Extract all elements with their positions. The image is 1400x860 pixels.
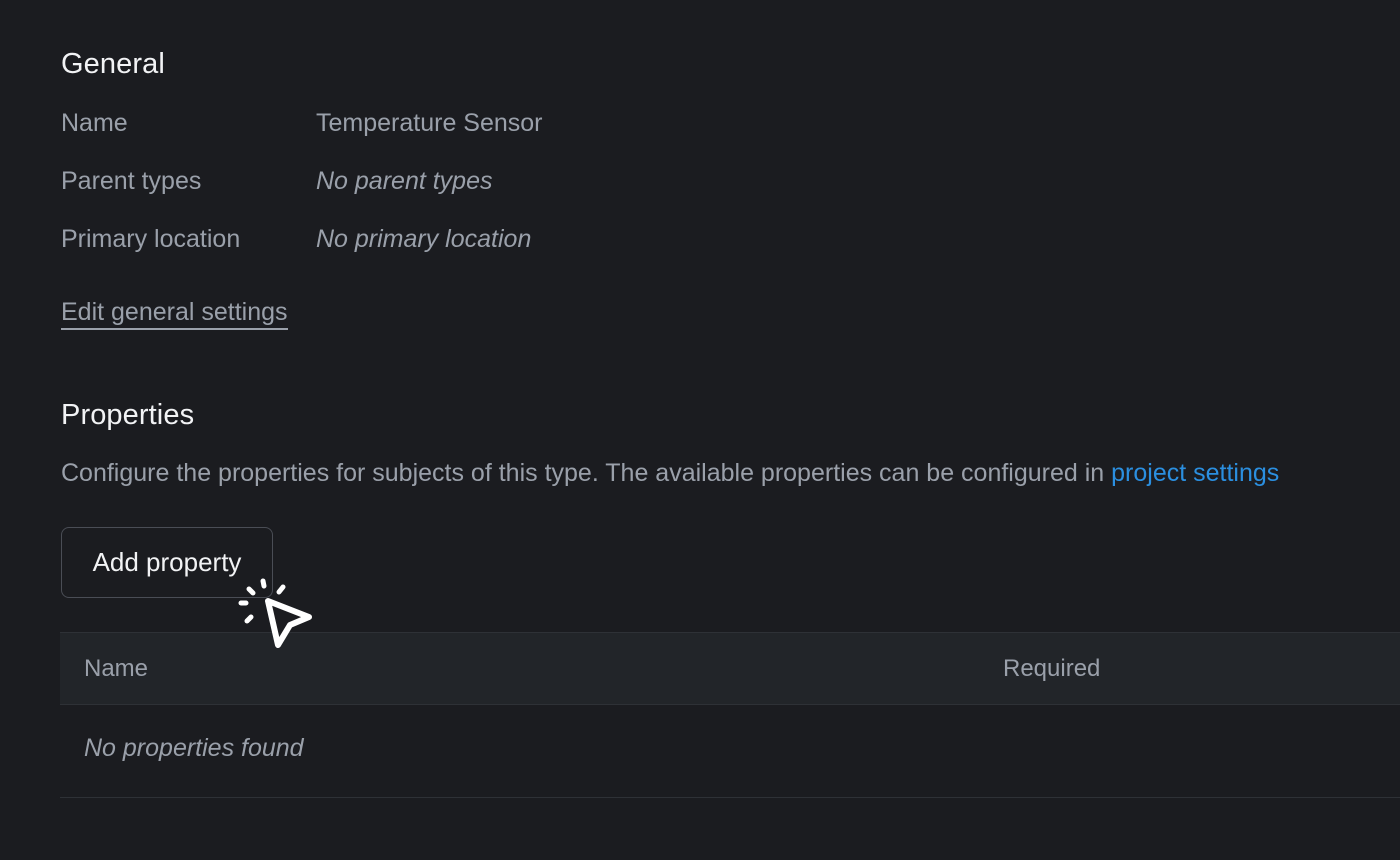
properties-section-title: Properties bbox=[61, 399, 195, 431]
field-label-primary-location: Primary location bbox=[61, 224, 241, 253]
field-value-primary-location: No primary location bbox=[316, 224, 532, 253]
table-header: Name Required bbox=[60, 632, 1400, 705]
field-value-name: Temperature Sensor bbox=[316, 108, 543, 137]
general-section-title: General bbox=[61, 48, 165, 80]
add-property-button[interactable]: Add property bbox=[61, 527, 273, 598]
properties-description-text: Configure the properties for subjects of… bbox=[61, 459, 1112, 487]
properties-table: Name Required No properties found bbox=[60, 632, 1400, 798]
edit-general-settings-link[interactable]: Edit general settings bbox=[61, 296, 288, 330]
table-empty-row: No properties found bbox=[60, 705, 1400, 798]
page: General Name Temperature Sensor Parent t… bbox=[0, 0, 1400, 860]
field-row-primary-location: Primary location No primary location bbox=[61, 222, 531, 256]
properties-description: Configure the properties for subjects of… bbox=[61, 456, 1279, 490]
column-header-name[interactable]: Name bbox=[84, 633, 148, 704]
field-row-parent-types: Parent types No parent types bbox=[61, 164, 493, 198]
project-settings-link[interactable]: project settings bbox=[1111, 459, 1279, 487]
column-header-required[interactable]: Required bbox=[1003, 633, 1100, 704]
field-label-name: Name bbox=[61, 108, 128, 137]
field-row-name: Name Temperature Sensor bbox=[61, 106, 543, 140]
empty-state-text: No properties found bbox=[84, 734, 304, 762]
field-value-parent-types: No parent types bbox=[316, 166, 493, 195]
field-label-parent-types: Parent types bbox=[61, 166, 202, 195]
